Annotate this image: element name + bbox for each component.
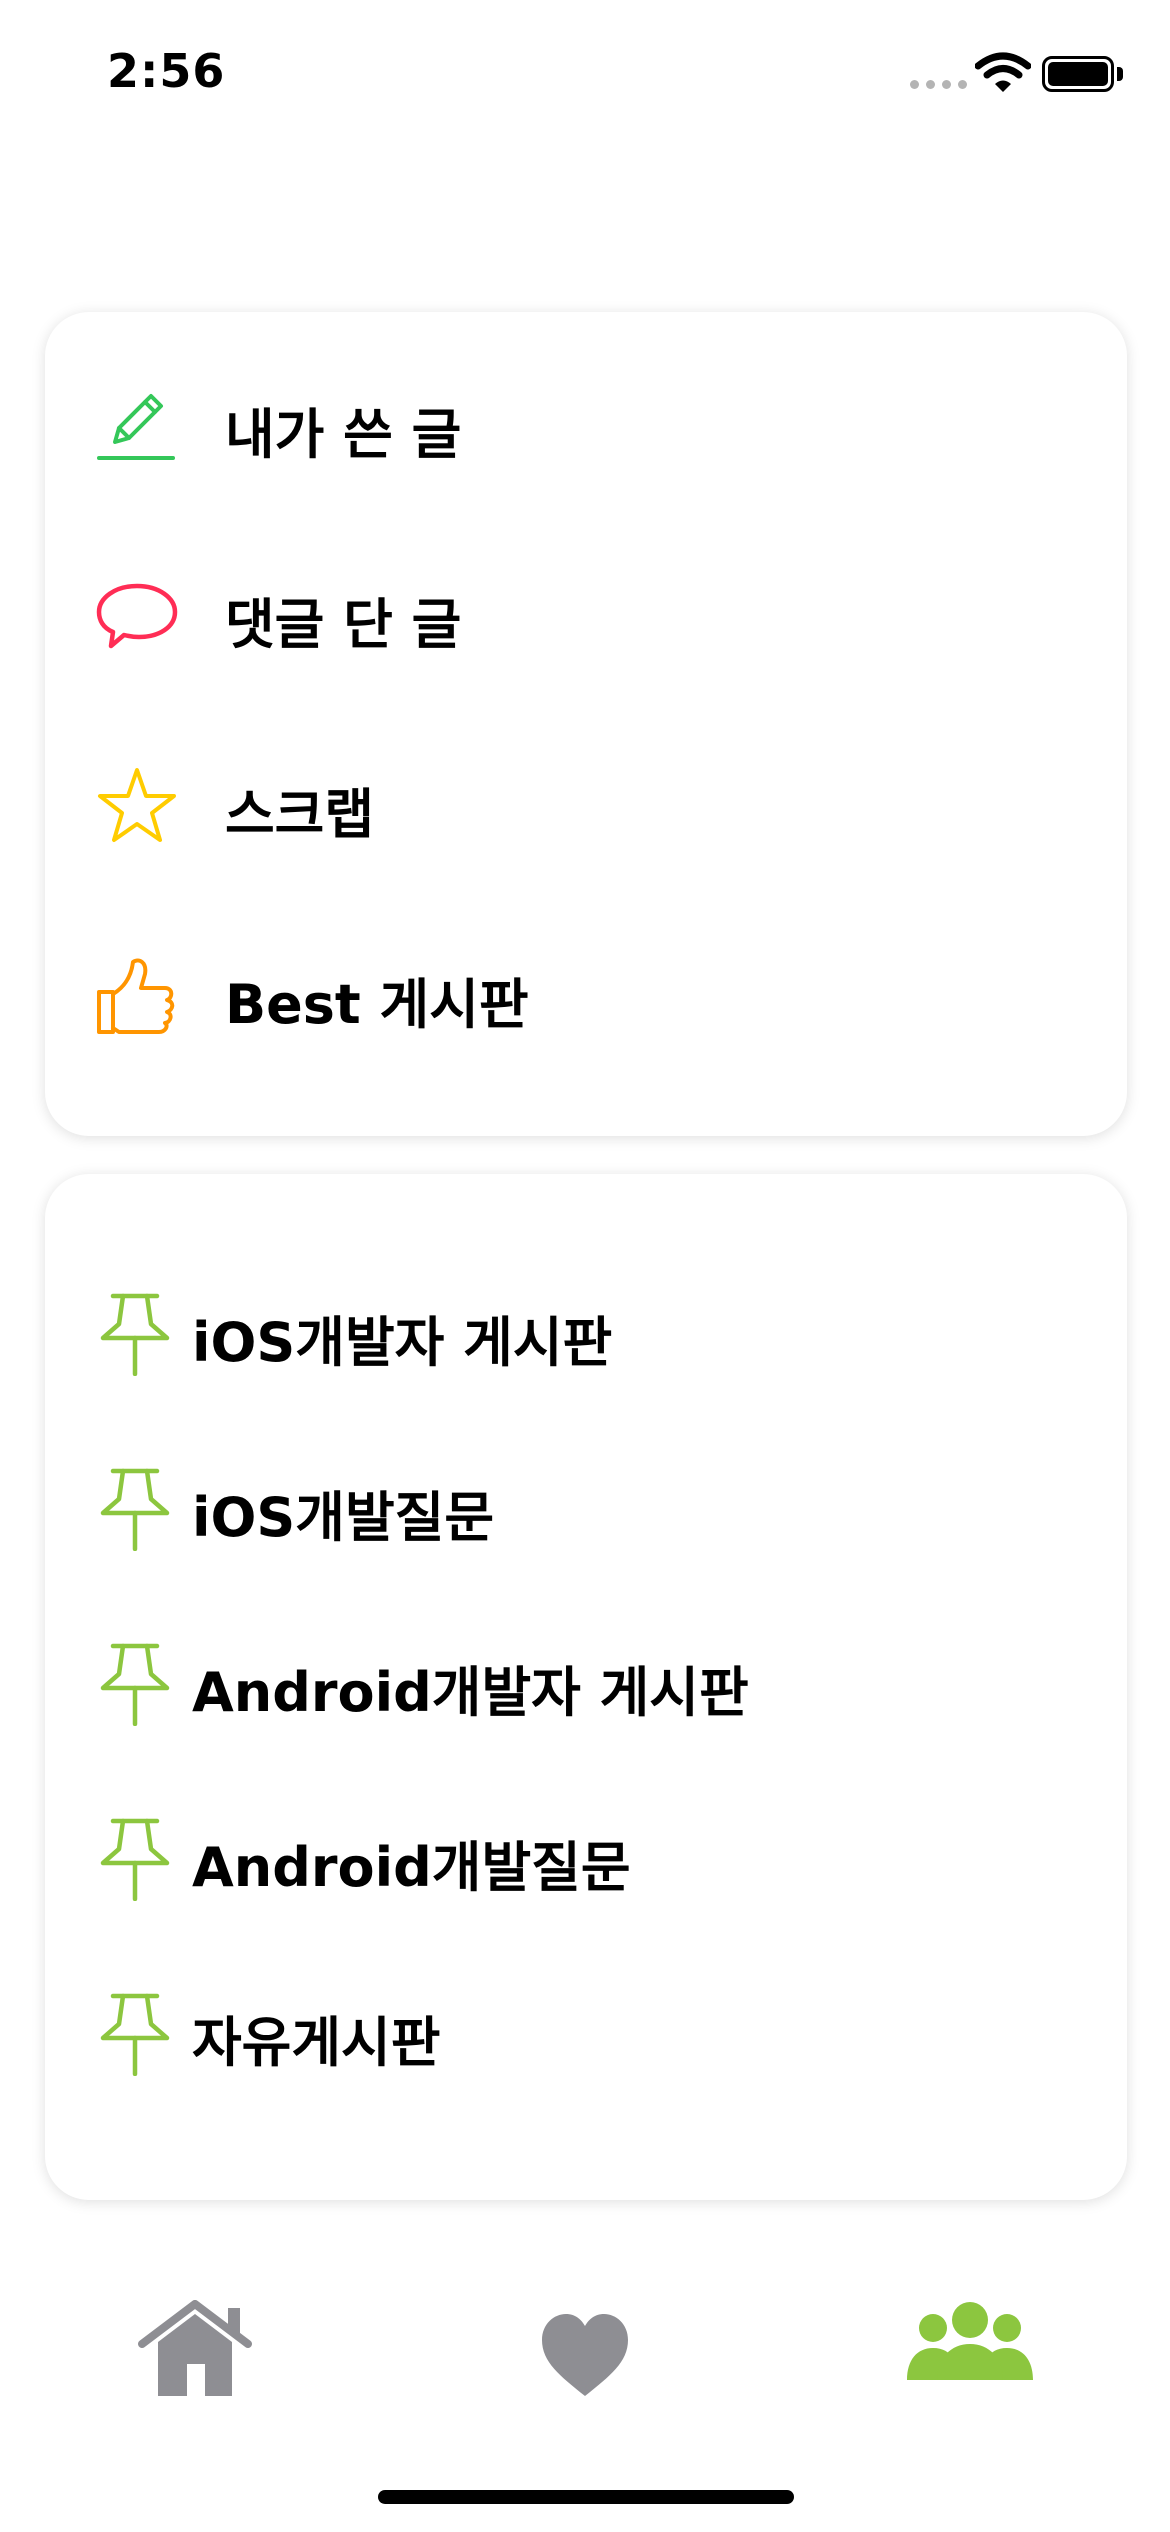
tab-bar [0,2280,1170,2420]
pin-icon [100,1293,170,1376]
home-icon [138,2300,252,2396]
scrap-label: 스크랩 [225,783,375,846]
commented-posts-label: 댓글 단 글 [225,593,462,656]
my-posts-row[interactable]: 내가 쓴 글 [45,354,1127,494]
board-label: Android개발질문 [192,1836,631,1899]
people-icon [907,2302,1033,2380]
board-row-ios-questions[interactable]: iOS개발질문 [45,1437,1127,1577]
commented-posts-row[interactable]: 댓글 단 글 [45,544,1127,684]
board-row-android-questions[interactable]: Android개발질문 [45,1787,1127,1927]
pencil-icon [97,394,175,460]
best-board-row[interactable]: Best 게시판 [45,924,1127,1064]
heart-icon [542,2314,628,2396]
wifi-icon [975,52,1031,92]
board-label: iOS개발질문 [192,1486,495,1549]
tab-community[interactable] [905,2300,1035,2400]
my-activity-card: 내가 쓴 글 댓글 단 글 스크랩 Best 게시판 [45,312,1127,1136]
pin-icon [100,1993,170,2076]
home-indicator[interactable] [378,2490,794,2504]
board-label: iOS개발자 게시판 [192,1311,613,1374]
star-icon [98,768,176,842]
board-row-free[interactable]: 자유게시판 [45,1962,1127,2102]
my-posts-label: 내가 쓴 글 [225,403,462,466]
board-row-ios-dev[interactable]: iOS개발자 게시판 [45,1262,1127,1402]
battery-icon [1042,56,1114,92]
board-row-android-dev[interactable]: Android개발자 게시판 [45,1612,1127,1752]
cellular-signal-icon [910,80,967,89]
battery-cap [1117,67,1123,81]
comment-icon [96,583,178,649]
pin-icon [100,1468,170,1551]
tab-home[interactable] [130,2300,260,2400]
status-bar: 2:56 [0,0,1170,150]
thumbs-up-icon [97,958,175,1034]
best-board-label: Best 게시판 [225,973,529,1036]
boards-card: iOS개발자 게시판 iOS개발질문 Android개발자 게시판 Androi… [45,1174,1127,2200]
scrap-row[interactable]: 스크랩 [45,734,1127,874]
tab-favorites[interactable] [520,2300,650,2400]
board-label: 자유게시판 [192,2011,441,2074]
pin-icon [100,1643,170,1726]
board-label: Android개발자 게시판 [192,1661,749,1724]
pin-icon [100,1818,170,1901]
status-time: 2:56 [107,44,226,98]
